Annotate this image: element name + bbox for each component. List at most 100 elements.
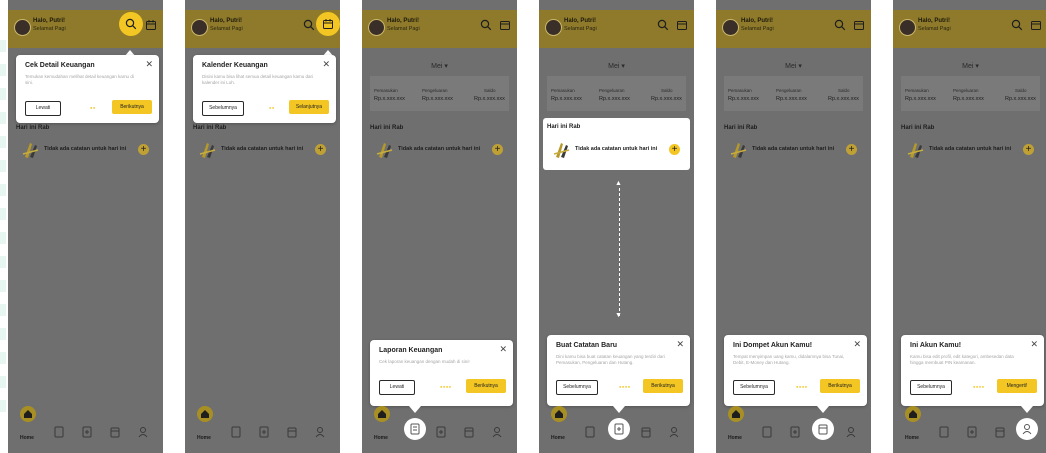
previous-button[interactable]: Sebelumnya xyxy=(202,101,244,116)
header xyxy=(539,10,694,48)
search-icon[interactable] xyxy=(303,18,315,31)
skip-button[interactable]: Lewati xyxy=(25,101,61,116)
wallet-icon[interactable] xyxy=(464,425,474,438)
search-icon[interactable] xyxy=(834,18,846,31)
search-icon[interactable] xyxy=(1011,18,1023,31)
calendar-icon[interactable] xyxy=(676,18,688,30)
add-button[interactable]: + xyxy=(138,144,149,155)
calendar-icon[interactable] xyxy=(316,12,340,36)
coachmark-description: Temukan kemudahan melihat detail keuanga… xyxy=(25,74,134,85)
empty-illustration-icon xyxy=(376,143,393,158)
greeting-text: Selamat Pagi xyxy=(564,26,597,32)
wallet-icon[interactable] xyxy=(641,425,651,438)
avatar[interactable] xyxy=(899,19,916,36)
calendar-icon[interactable] xyxy=(145,18,157,30)
step-dots: ●● xyxy=(269,105,275,110)
hello-text: Halo, Putri! xyxy=(918,18,951,24)
nav-home-button[interactable] xyxy=(905,406,921,422)
next-button[interactable]: Berikutnya xyxy=(820,379,860,393)
wallet-icon[interactable] xyxy=(812,418,834,440)
close-icon[interactable]: ✕ xyxy=(499,344,507,355)
next-button[interactable]: Berikutnya xyxy=(112,100,152,114)
coachmark-card: Buat Catatan Baru ✕ Dini kamu bisa buat … xyxy=(547,335,690,406)
report-icon[interactable] xyxy=(762,425,772,438)
wallet-icon[interactable] xyxy=(287,425,297,438)
report-icon[interactable] xyxy=(404,418,426,440)
close-icon[interactable]: ✕ xyxy=(145,59,153,70)
coachmark-description: Dini kamu bisa buat catatan keuangan yan… xyxy=(556,354,665,365)
nav-home-button[interactable] xyxy=(551,406,567,422)
calendar-icon[interactable] xyxy=(1030,18,1042,30)
close-icon[interactable]: ✕ xyxy=(1030,339,1038,350)
balance-value: Rp.x.xxx.xxx xyxy=(828,96,859,102)
nav-home-button[interactable] xyxy=(20,406,36,422)
add-button[interactable]: + xyxy=(1023,144,1034,155)
add-note-icon[interactable] xyxy=(82,425,92,438)
coachmark-title: Buat Catatan Baru xyxy=(556,342,618,349)
add-button[interactable]: + xyxy=(492,144,503,155)
nav-home-label: Home xyxy=(197,435,211,441)
nav-home-button[interactable] xyxy=(374,406,390,422)
empty-note-text: Tidak ada catatan untuk hari ini xyxy=(929,146,1012,152)
add-note-icon[interactable] xyxy=(967,425,977,438)
profile-icon[interactable] xyxy=(492,425,502,438)
wallet-icon[interactable] xyxy=(110,425,120,438)
expense-value: Rp.x.xxx.xxx xyxy=(422,96,453,102)
month-selector[interactable]: Mei ▾ xyxy=(893,62,1046,70)
add-note-icon[interactable] xyxy=(436,425,446,438)
add-button[interactable]: + xyxy=(669,144,680,155)
expense-label: Pengeluaran xyxy=(953,88,979,93)
avatar[interactable] xyxy=(191,19,208,36)
month-selector[interactable]: Mei ▾ xyxy=(716,62,871,70)
home-icon xyxy=(201,410,209,418)
add-note-icon[interactable] xyxy=(790,425,800,438)
report-icon[interactable] xyxy=(939,425,949,438)
report-icon[interactable] xyxy=(585,425,595,438)
search-icon[interactable] xyxy=(480,18,492,31)
add-button[interactable]: + xyxy=(846,144,857,155)
month-selector[interactable]: Mei ▾ xyxy=(362,62,517,70)
step-dots: ●●●● xyxy=(440,384,452,389)
profile-icon[interactable] xyxy=(669,425,679,438)
report-icon[interactable] xyxy=(54,425,64,438)
previous-button[interactable]: Sebelumnya xyxy=(556,380,598,395)
avatar[interactable] xyxy=(368,19,385,36)
avatar[interactable] xyxy=(722,19,739,36)
understood-button[interactable]: Mengerti! xyxy=(997,379,1037,393)
month-selector[interactable]: Mei ▾ xyxy=(539,62,694,70)
profile-icon[interactable] xyxy=(315,425,325,438)
month-label: Mei xyxy=(431,63,443,70)
previous-button[interactable]: Sebelumnya xyxy=(733,380,775,395)
coachmark-card: Ini Akun Kamu! ✕ Kamu bisa edit profil, … xyxy=(901,335,1044,406)
search-icon[interactable] xyxy=(657,18,669,31)
next-button[interactable]: Selanjutnya xyxy=(289,100,329,114)
add-note-icon[interactable] xyxy=(608,418,630,440)
report-icon[interactable] xyxy=(231,425,241,438)
balance-label: Saldo xyxy=(838,88,850,93)
next-button[interactable]: Berikutnya xyxy=(466,379,506,393)
profile-icon[interactable] xyxy=(1016,418,1038,440)
profile-icon[interactable] xyxy=(846,425,856,438)
calendar-icon[interactable] xyxy=(853,18,865,30)
previous-button[interactable]: Sebelumnya xyxy=(910,380,952,395)
add-button[interactable]: + xyxy=(315,144,326,155)
empty-note-text: Tidak ada catatan untuk hari ini xyxy=(398,146,481,152)
calendar-icon[interactable] xyxy=(499,18,511,30)
search-icon[interactable] xyxy=(119,12,143,36)
coachmark-card: Cek Detail Keuangan ✕ Temukan kemudahan … xyxy=(16,55,159,123)
hello-text: Halo, Putri! xyxy=(210,18,243,24)
close-icon[interactable]: ✕ xyxy=(322,59,330,70)
close-icon[interactable]: ✕ xyxy=(676,339,684,350)
close-icon[interactable]: ✕ xyxy=(853,339,861,350)
next-button[interactable]: Berikutnya xyxy=(643,379,683,393)
skip-button[interactable]: Lewati xyxy=(379,380,415,395)
avatar[interactable] xyxy=(545,19,562,36)
wallet-icon[interactable] xyxy=(995,425,1005,438)
avatar[interactable] xyxy=(14,19,31,36)
coachmark-card: Ini Dompet Akun Kamu! ✕ Tempat menyimpan… xyxy=(724,335,867,406)
profile-icon[interactable] xyxy=(138,425,148,438)
nav-home-button[interactable] xyxy=(197,406,213,422)
day-title: Hari ini Rab xyxy=(724,125,758,131)
nav-home-button[interactable] xyxy=(728,406,744,422)
add-note-icon[interactable] xyxy=(259,425,269,438)
